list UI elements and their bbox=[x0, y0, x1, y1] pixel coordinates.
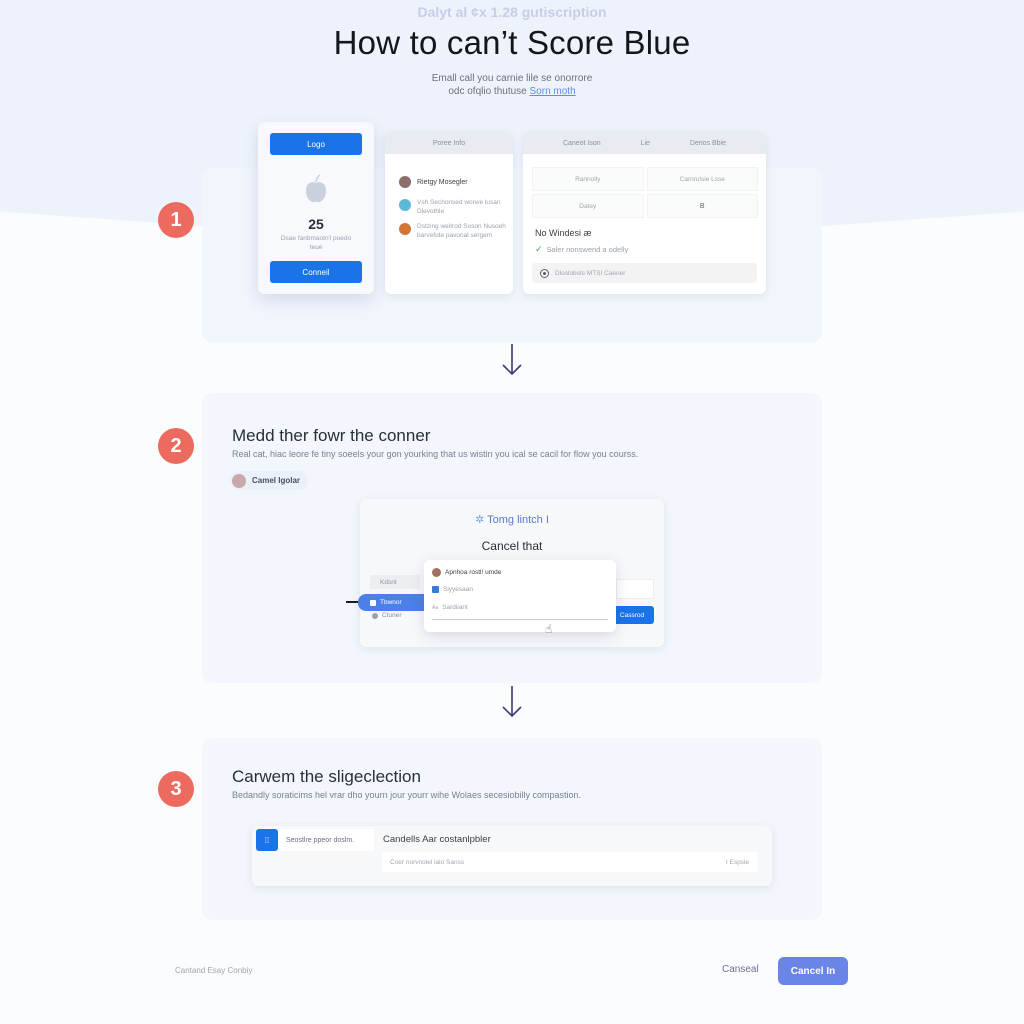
popup-item-label: Siyyesaan bbox=[443, 586, 473, 593]
selection-tab[interactable]: Seostlre ppeor doslm. bbox=[278, 829, 374, 851]
people-list: Rietgy Mosegler Vsh Sechonsed worwe lusa… bbox=[399, 175, 507, 240]
step-3-heading: Carwem the sligeclection bbox=[232, 767, 421, 786]
selection-panel-title: Candells Aar costanlpbler bbox=[383, 834, 491, 845]
cancel-link[interactable]: Canseal bbox=[722, 964, 759, 975]
primary-cancel-button[interactable]: Cancel In bbox=[778, 957, 848, 985]
login-caption: Dsae fanbmaotn'l puedo teue bbox=[280, 235, 352, 251]
count-value: 25 bbox=[308, 216, 324, 232]
grid-menu-icon[interactable]: ⁞⁞ bbox=[256, 829, 278, 851]
page-title: How to can’t Score Blue bbox=[333, 24, 691, 61]
subtitle-line-2: odc ofqlio thutuse Sorn moth bbox=[0, 85, 1024, 98]
footer-text: Cantand Esay Conbiy bbox=[175, 966, 253, 975]
side-item-2-selected[interactable]: Tbwnor bbox=[358, 594, 428, 611]
avatar bbox=[432, 568, 441, 577]
radio-option[interactable]: Dloslobsts MTSI Caener bbox=[532, 263, 757, 283]
dialog-input[interactable] bbox=[616, 579, 654, 599]
subtitle-text: odc ofqlio thutuse bbox=[448, 86, 527, 97]
side-item-label: Ctuner bbox=[382, 612, 402, 619]
popup-item-2[interactable]: Siyyesaan bbox=[432, 586, 473, 593]
arrow-down-icon bbox=[502, 344, 522, 376]
brand-text: Tomg lintch I bbox=[487, 514, 549, 526]
side-item-1[interactable]: Kdsnt bbox=[370, 575, 420, 589]
avatar bbox=[399, 199, 411, 211]
dialog-action-button[interactable]: Cassrod bbox=[610, 606, 654, 624]
eyebrow-text: Dalyt al ¢x 1.28 gutiscription bbox=[417, 4, 607, 20]
radio-icon bbox=[540, 268, 549, 278]
step-3-description: Bedandly soraticims hel vrar dho yourn j… bbox=[232, 790, 581, 800]
input-suffix: I Espsie bbox=[725, 858, 749, 866]
step-2-description: Real cat, hiac leore fe tiny soeels your… bbox=[232, 449, 639, 459]
avatar bbox=[399, 223, 411, 235]
selection-card: ⁞⁞ Seostlre ppeor doslm. Candells Aar co… bbox=[252, 826, 772, 886]
login-card: Logo 25 Dsae fanbmaotn'l puedo teue Conn… bbox=[258, 122, 374, 294]
avatar bbox=[399, 176, 411, 188]
connect-button[interactable]: Conneil bbox=[270, 261, 362, 283]
tab-1[interactable]: Caneot Ison bbox=[563, 140, 601, 147]
grid-cell[interactable]: Rannolly bbox=[532, 167, 644, 191]
hand-cursor-icon: ☝ bbox=[545, 622, 553, 636]
people-card-header: Poree Info bbox=[385, 132, 513, 154]
step-2-badge: 2 bbox=[158, 428, 194, 464]
dialog-title: Cancel that bbox=[481, 539, 543, 553]
selection-input[interactable]: Coer norvnolel lalo Sanss I Espsie bbox=[382, 852, 757, 872]
check-icon: ✓ bbox=[535, 244, 543, 254]
step-3-badge: 3 bbox=[158, 771, 194, 807]
detail-section-title: No Windesi æ bbox=[535, 228, 592, 238]
tab-3[interactable]: Denos Bbie bbox=[690, 140, 726, 147]
settings-icon bbox=[372, 612, 378, 619]
check-text: Saler nonswend a odelly bbox=[546, 245, 629, 254]
input-value: Coer norvnolel lalo Sanss bbox=[390, 858, 465, 866]
dialog-brand: ✲ Tomg lintch I bbox=[360, 513, 664, 526]
side-item-label: Tbwnor bbox=[380, 599, 402, 606]
apple-icon bbox=[304, 174, 328, 204]
step-2-heading: Medd ther fowr the conner bbox=[232, 426, 431, 445]
tab-2[interactable]: Lie bbox=[641, 140, 650, 147]
people-item-2[interactable]: Vsh Sechonsed worwe lusan Dlevothle bbox=[399, 198, 507, 216]
detail-card: Caneot Ison Lie Denos Bbie Rannolly Carn… bbox=[523, 132, 766, 294]
subtitle-link[interactable]: Sorn moth bbox=[530, 86, 576, 97]
dropdown-popup: Apnhoa rostl! umde Siyyesaan Aa Sardiian… bbox=[424, 560, 616, 632]
people-item-3[interactable]: Dstzing weitrod Soson Nusoeh barvefute p… bbox=[399, 222, 507, 240]
text-icon: Aa bbox=[432, 604, 439, 611]
person-name: Rietgy Mosegler bbox=[417, 178, 468, 186]
person-text: Vsh Sechonsed worwe lusan Dlevothle bbox=[417, 199, 501, 215]
user-chip[interactable]: Camel Igolar bbox=[230, 471, 309, 490]
side-item-3[interactable]: Ctuner bbox=[372, 612, 402, 619]
avatar bbox=[232, 473, 246, 488]
chip-label: Camel Igolar bbox=[252, 476, 301, 485]
people-card: Poree Info Rietgy Mosegler Vsh Sechonsed… bbox=[385, 132, 513, 294]
radio-label: Dloslobsts MTSI Caener bbox=[555, 269, 626, 277]
popup-item-label: Apnhoa rostl! umde bbox=[445, 569, 502, 576]
check-row: ✓ Saler nonswend a odelly bbox=[535, 244, 628, 255]
grid-cell[interactable]: B bbox=[646, 194, 758, 218]
detail-grid: Rannolly Carnrulsie Lsse Datey B bbox=[532, 167, 758, 218]
people-item-1[interactable]: Rietgy Mosegler bbox=[399, 175, 507, 189]
popup-item-3[interactable]: Aa Sardiiant bbox=[432, 604, 468, 611]
grid-cell[interactable]: Datey bbox=[532, 194, 644, 218]
grid-cell[interactable]: Carnrulsie Lsse bbox=[646, 167, 758, 191]
popup-divider bbox=[432, 619, 608, 620]
logo-button[interactable]: Logo bbox=[270, 133, 362, 155]
detail-tabs: Caneot Ison Lie Denos Bbie bbox=[523, 132, 766, 154]
step-1-badge: 1 bbox=[158, 202, 194, 238]
arrow-down-icon bbox=[502, 686, 522, 718]
page-subtitle: Emall call you carnie lile se onorrore o… bbox=[0, 72, 1024, 98]
sparkle-icon: ✲ bbox=[475, 514, 485, 526]
lock-icon bbox=[370, 599, 376, 606]
person-text: Dstzing weitrod Soson Nusoeh barvefute p… bbox=[417, 223, 506, 239]
popup-item-label: Sardiiant bbox=[442, 604, 468, 611]
popup-item-1[interactable]: Apnhoa rostl! umde bbox=[432, 568, 501, 577]
folder-icon bbox=[432, 586, 439, 593]
subtitle-line-1: Emall call you carnie lile se onorrore bbox=[431, 73, 593, 84]
